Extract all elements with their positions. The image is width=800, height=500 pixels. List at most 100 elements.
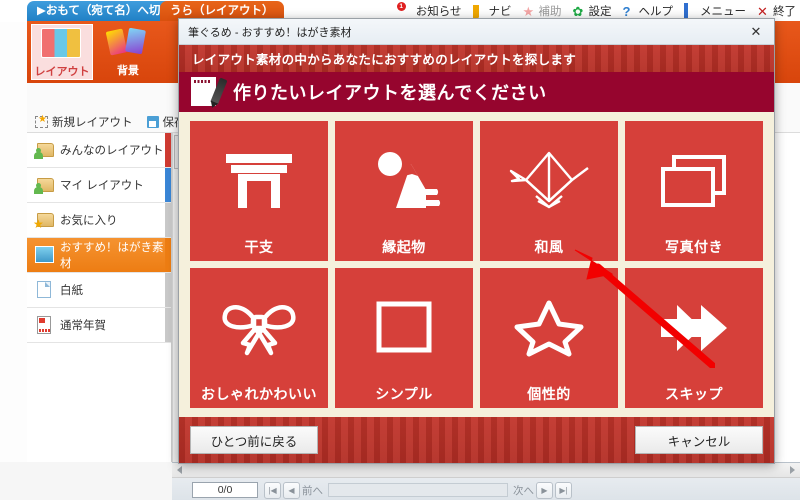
ribbon-tab-background-label: 背景: [117, 65, 139, 77]
page-navigation: |◀ ◀ 前へ 次へ ▶ ▶|: [264, 481, 572, 499]
blank-page-icon: [34, 281, 54, 299]
tile-wafu[interactable]: 和風: [480, 121, 618, 261]
ribbon-bow-icon: [190, 268, 328, 387]
my-folder-icon: [34, 176, 54, 194]
list-item-blank[interactable]: 白紙: [27, 273, 171, 308]
gear-icon: ✿: [572, 3, 584, 19]
prev-page-label: 前へ: [302, 484, 323, 497]
tile-simple[interactable]: シンプル: [335, 268, 473, 408]
new-layout-label: 新規レイアウト: [52, 117, 133, 129]
question-mark-icon: ?: [622, 3, 631, 19]
menu-item-exit[interactable]: ✕ 終了: [757, 3, 796, 19]
origami-crane-icon: [480, 121, 618, 240]
cancel-button[interactable]: キャンセル: [635, 426, 763, 454]
torii-gate-icon: [190, 121, 328, 240]
dialog-banner: レイアウト素材の中からあなたにおすすめのレイアウトを探します: [179, 45, 774, 72]
bottom-status-bar: 0/0 |◀ ◀ 前へ 次へ ▶ ▶|: [172, 462, 800, 500]
menu-label-help: ヘルプ: [638, 6, 674, 18]
list-item-label: 通常年賀: [60, 320, 106, 332]
scroll-left-arrow-icon[interactable]: [177, 466, 182, 474]
scroll-right-arrow-icon[interactable]: [790, 466, 795, 474]
tile-label: 個性的: [527, 386, 571, 402]
tile-label: おしゃれかわいい: [201, 386, 317, 402]
ribbon-tab-background[interactable]: 背景: [97, 24, 159, 80]
tile-eto[interactable]: 干支: [190, 121, 328, 261]
next-page-button[interactable]: ▶: [536, 481, 553, 499]
list-item-tag: [165, 273, 171, 307]
tile-unique[interactable]: 個性的: [480, 268, 618, 408]
recommend-icon: [34, 246, 54, 264]
next-page-label: 次へ: [513, 484, 534, 497]
shared-folder-icon: [34, 141, 54, 159]
first-page-button[interactable]: |◀: [264, 481, 281, 499]
background-cards-icon: [105, 27, 149, 60]
fast-forward-arrow-icon: [625, 268, 763, 387]
nenga-card-icon: [34, 316, 54, 334]
tile-skip[interactable]: スキップ: [625, 268, 763, 408]
list-item-label: マイ レイアウト: [60, 180, 144, 192]
tile-photo[interactable]: 写真付き: [625, 121, 763, 261]
bottom-left-filler: [0, 462, 172, 500]
list-item-tag: [165, 308, 171, 342]
notification-badge: 1: [396, 1, 406, 11]
layout-source-list: みんなのレイアウト マイ レイアウト ★ お気に入り おすすめ！はがき素材 白紙…: [27, 133, 172, 462]
close-x-icon: ✕: [757, 3, 768, 19]
dialog-title-bar: 筆ぐるめ - おすすめ！はがき素材 ✕: [179, 19, 774, 45]
tile-label: 縁起物: [382, 239, 426, 255]
tile-label: シンプル: [375, 386, 433, 402]
menu-item-navi[interactable]: ナビ: [472, 3, 512, 26]
ribbon-tab-layout[interactable]: レイアウト: [31, 24, 93, 80]
photo-frame-icon: [625, 121, 763, 240]
dialog-footer: ひとつ前に戻る キャンセル: [179, 417, 774, 463]
tile-label: 和風: [534, 239, 564, 255]
menu-item-notice[interactable]: 1 お知らせ: [396, 1, 462, 19]
list-item-label: おすすめ！はがき素材: [60, 242, 164, 270]
square-icon: [684, 2, 697, 19]
menu-label-notice: お知らせ: [415, 6, 462, 18]
new-layout-icon: [35, 114, 48, 128]
navigation-cursor-icon: [472, 4, 486, 26]
pen-notepad-icon: [191, 76, 228, 108]
tile-cute[interactable]: おしゃれかわいい: [190, 268, 328, 408]
menu-item-help[interactable]: ? ヘルプ: [623, 3, 674, 19]
page-counter: 0/0: [192, 482, 258, 498]
close-icon[interactable]: ✕: [738, 19, 774, 44]
list-item-nenga[interactable]: 通常年賀: [27, 308, 171, 343]
list-item-tag: [165, 238, 171, 272]
tile-engimono[interactable]: 縁起物: [335, 121, 473, 261]
list-item-tag: [165, 203, 171, 237]
menu-item-assist[interactable]: ★ 補助: [523, 3, 562, 19]
menu-label-assist: 補助: [538, 6, 562, 18]
new-layout-button[interactable]: 新規レイアウト: [35, 114, 133, 130]
list-item-label: 白紙: [60, 285, 83, 297]
dialog-heading-text: 作りたいレイアウトを選んでください: [233, 83, 547, 103]
list-item-recommended[interactable]: おすすめ！はがき素材: [27, 238, 171, 273]
tile-label: スキップ: [665, 386, 723, 402]
star-icon: ★: [522, 3, 535, 19]
layout-book-icon: [41, 28, 83, 61]
menu-label-exit: 終了: [773, 6, 796, 18]
recommend-layout-dialog: 筆ぐるめ - おすすめ！はがき素材 ✕ レイアウト素材の中からあなたにおすすめの…: [178, 18, 775, 464]
layout-category-grid: 干支 縁起物 和風 写真付き おしゃれかわいい シンプル 個性的 スキップ: [190, 121, 763, 408]
tile-label: 干支: [244, 239, 274, 255]
list-item-my-layout[interactable]: マイ レイアウト: [27, 168, 171, 203]
favorite-folder-icon: ★: [33, 211, 54, 230]
menu-item-settings[interactable]: ✿ 設定: [573, 3, 612, 19]
tile-label: 写真付き: [665, 239, 723, 255]
list-item-label: みんなのレイアウト: [60, 145, 164, 157]
last-page-button[interactable]: ▶|: [555, 481, 572, 499]
menu-item-menu[interactable]: メニュー: [684, 2, 746, 19]
page-slider-track[interactable]: [328, 483, 508, 497]
prev-page-button[interactable]: ◀: [283, 481, 300, 499]
star-outline-icon: [480, 268, 618, 387]
horizontal-scrollbar[interactable]: [172, 463, 800, 478]
tab-omote[interactable]: ▶おもて（宛て名）へ切替: [27, 1, 182, 22]
square-outline-icon: [335, 268, 473, 387]
dialog-heading: 作りたいレイアウトを選んでください: [179, 72, 774, 112]
back-button[interactable]: ひとつ前に戻る: [190, 426, 318, 454]
save-disk-icon: [146, 116, 159, 128]
list-item-minna[interactable]: みんなのレイアウト: [27, 133, 171, 168]
menu-label-settings: 設定: [588, 6, 612, 18]
menu-label-navi: ナビ: [488, 6, 512, 18]
list-item-favorites[interactable]: ★ お気に入り: [27, 203, 171, 238]
